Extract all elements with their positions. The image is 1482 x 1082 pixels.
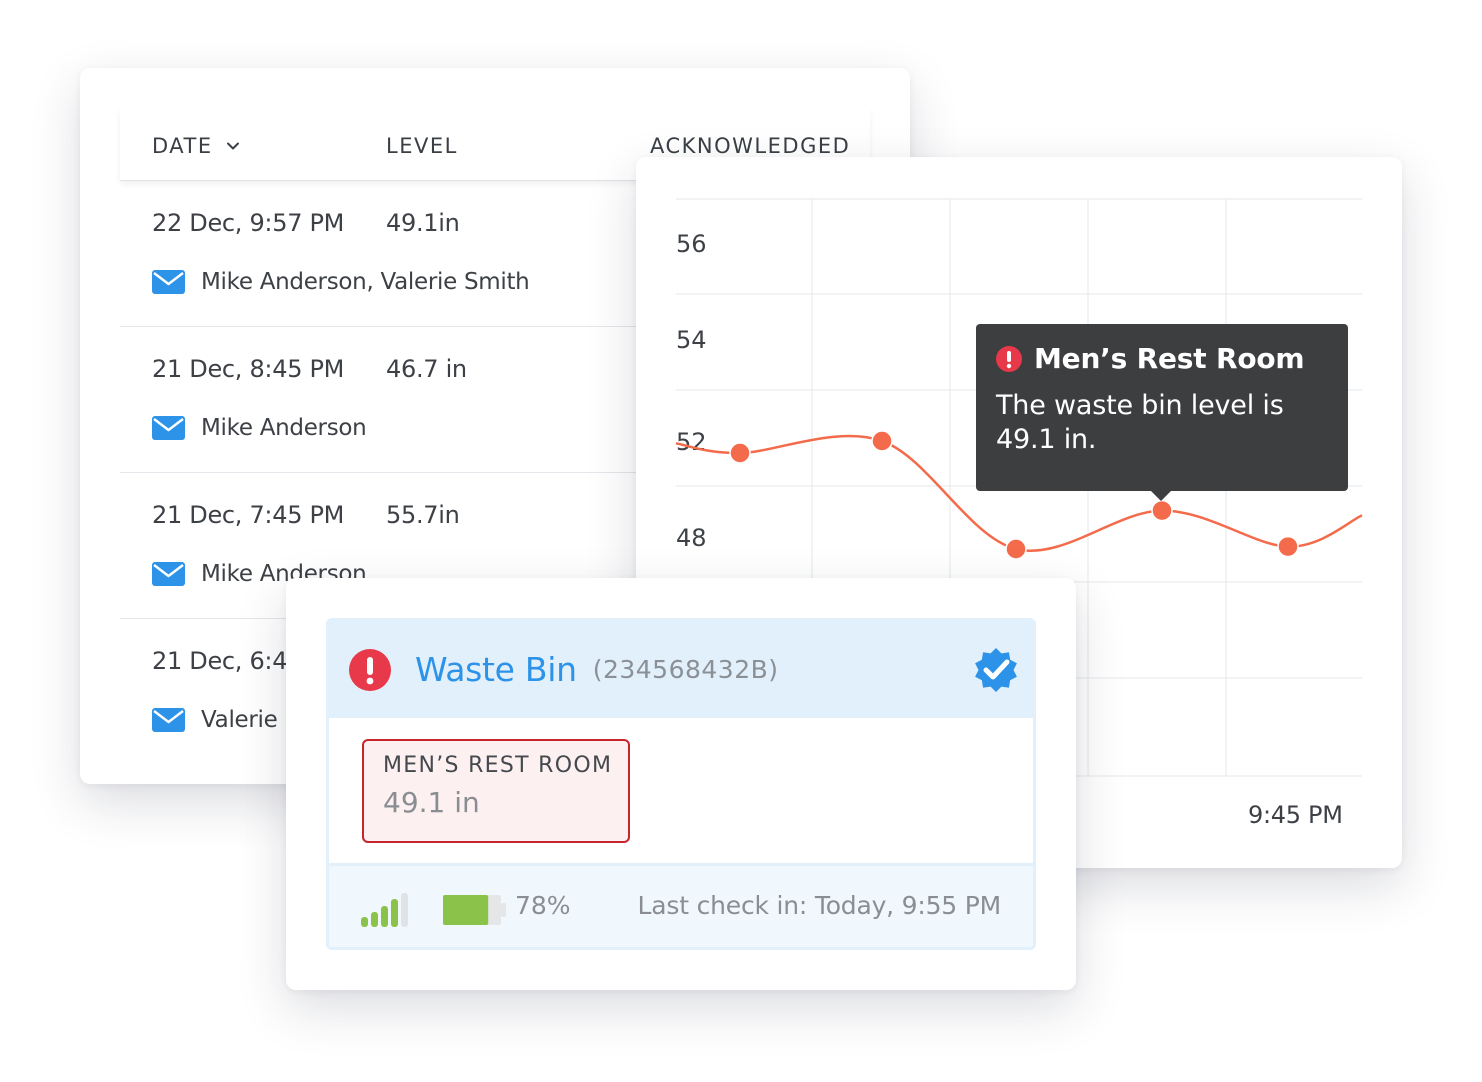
y-tick-label: 48 [676, 524, 707, 552]
tooltip-body: The waste bin level is 49.1 in. [996, 390, 1284, 455]
acknowledged-column-header[interactable]: ACKNOWLEDGED [650, 134, 850, 158]
battery-icon [443, 895, 506, 925]
last-checkin: Last check in: Today, 9:55 PM [637, 891, 1002, 920]
row-level: 55.7in [386, 501, 460, 529]
bin-id: (234568432B) [592, 655, 779, 684]
row-date: 22 Dec, 9:57 PM [152, 209, 345, 237]
zone-level-value: 49.1 in [383, 786, 480, 819]
notified-names: Mike Anderson [201, 415, 367, 441]
bin-title[interactable]: Waste Bin [415, 650, 577, 689]
data-point [1005, 538, 1027, 560]
y-tick-label: 56 [676, 230, 707, 258]
data-point [1151, 499, 1173, 522]
row-level: 46.7 in [386, 355, 467, 383]
mail-icon [152, 270, 185, 294]
mail-icon [152, 416, 185, 440]
signal-icon [361, 893, 408, 927]
tooltip-title: Men’s Rest Room [1034, 342, 1305, 375]
alert-icon [996, 345, 1022, 372]
bin-header: Waste Bin (234568432B) [329, 621, 1033, 718]
waste-bin-card: Waste Bin (234568432B) MEN’S REST ROOM 4… [286, 578, 1076, 990]
data-point [871, 430, 893, 452]
y-tick-label: 54 [676, 326, 707, 354]
alert-icon [349, 648, 391, 691]
row-notified: Mike Anderson, Valerie Smith [152, 269, 530, 295]
chart-tooltip: Men’s Rest Room The waste bin level is 4… [976, 324, 1348, 501]
zone-level-box: MEN’S REST ROOM 49.1 in [362, 739, 630, 843]
row-date: 21 Dec, 7:45 PM [152, 501, 345, 529]
chevron-down-icon [226, 142, 239, 150]
notified-names: Mike Anderson, Valerie Smith [201, 269, 530, 295]
mail-icon [152, 562, 185, 586]
date-header-label: DATE [152, 134, 213, 158]
row-level: 49.1in [386, 209, 460, 237]
waste-bin-panel[interactable]: Waste Bin (234568432B) MEN’S REST ROOM 4… [326, 618, 1036, 950]
data-point [1277, 535, 1299, 558]
zone-name: MEN’S REST ROOM [383, 753, 613, 778]
x-tick-label: 9:45 PM [1248, 801, 1343, 829]
data-point [729, 442, 751, 464]
row-date: 21 Dec, 8:45 PM [152, 355, 345, 383]
mail-icon [152, 708, 185, 732]
row-notified: Mike Anderson [152, 415, 367, 441]
battery-percent: 78% [515, 891, 571, 920]
bin-status-bar: 78% Last check in: Today, 9:55 PM [329, 863, 1033, 947]
y-tick-label: 52 [676, 428, 707, 456]
verified-badge-icon [975, 648, 1017, 692]
date-column-header[interactable]: DATE [152, 134, 241, 158]
level-column-header[interactable]: LEVEL [386, 134, 458, 158]
